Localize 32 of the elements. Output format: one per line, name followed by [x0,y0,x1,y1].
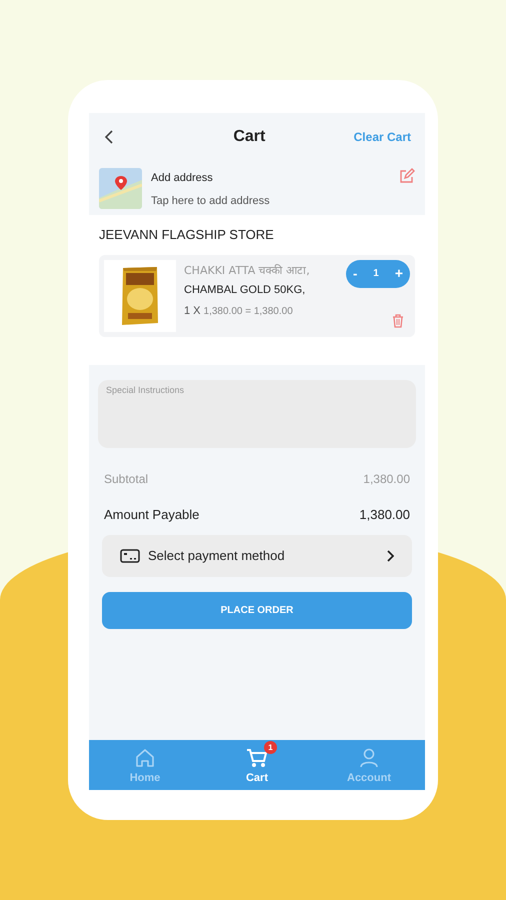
instructions-field[interactable]: Special Instructions [98,380,416,448]
payment-method-button[interactable]: Select payment method [102,534,412,576]
nav-tab[interactable]: Home [89,740,201,790]
total-value: 1,380.00 [359,506,410,524]
quantity-multiplier: 1 X [184,304,201,318]
store-name: JEEVANN FLAGSHIP STORE [99,226,275,244]
payment-icon [120,548,140,562]
increase-button[interactable]: + [394,263,403,284]
address-hint[interactable]: Tap here to add address [151,192,399,209]
total-label: Amount Payable [104,506,200,524]
cart-icon [245,747,269,770]
edit-icon[interactable] [399,168,415,184]
address-title: Add address [151,171,214,186]
chevron-right-icon [386,550,394,562]
map-icon [99,168,142,209]
trash-icon[interactable] [392,314,404,328]
back-icon[interactable] [103,128,115,144]
product-name: CHAKKI ATTA चक्की आटा, [184,262,311,278]
product-variant: CHAMBAL GOLD 50KG, [184,283,306,298]
price-text: 1,380.00 = 1,380.00 [204,304,293,318]
decrease-button[interactable]: - [353,264,358,284]
total-value: 1,380.00 [363,471,410,488]
notification-badge: 1 [264,741,277,754]
quantity-value: 1 [373,267,379,281]
clear-cart-button[interactable]: Clear Cart [354,128,411,146]
person-icon [357,747,381,770]
page-title: Cart [232,126,266,146]
nav-tab[interactable]: Account [313,740,425,790]
total-label: Subtotal [104,471,148,488]
nav-tab[interactable]: 1 Cart [201,740,313,790]
place-order-button[interactable]: PLACE ORDER [102,592,412,628]
house-icon [133,747,157,770]
